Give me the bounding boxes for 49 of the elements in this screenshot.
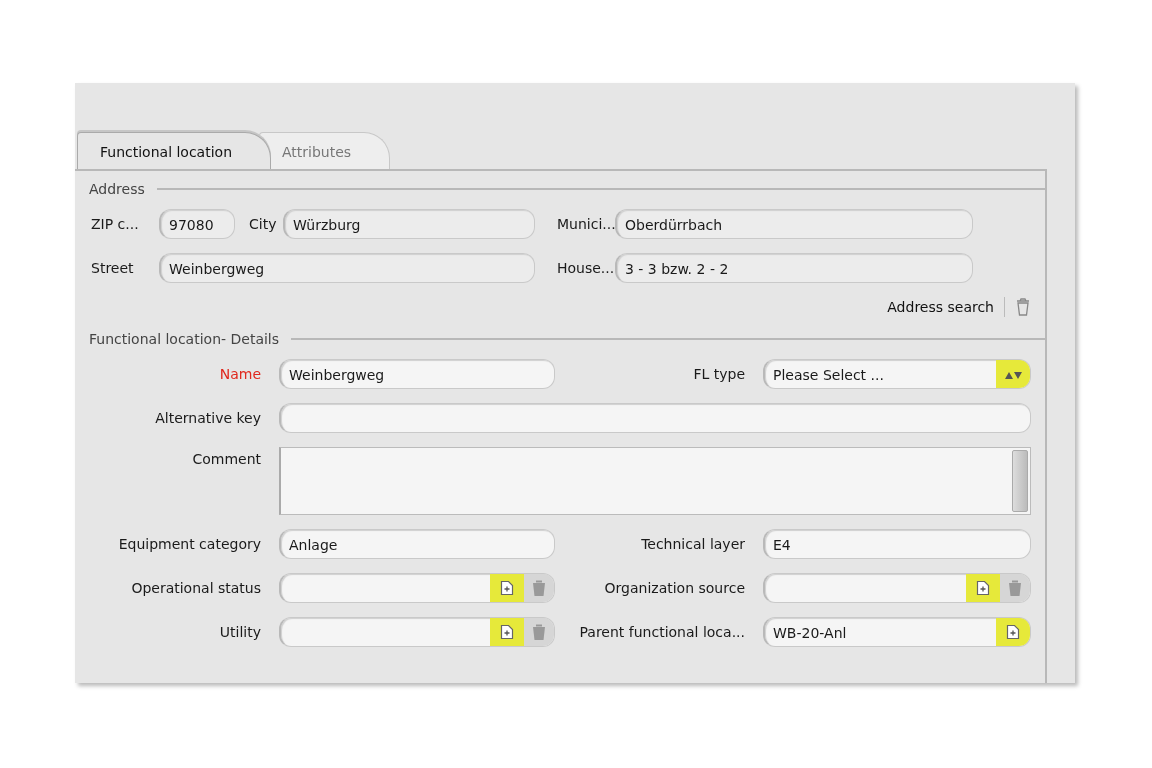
input-field[interactable]: 97080 xyxy=(159,209,235,239)
field-label: Alternative key xyxy=(154,410,261,426)
lookup-field[interactable]: WB-20-Anl xyxy=(763,617,1031,647)
field-label: Comment xyxy=(191,450,261,467)
input-field[interactable]: 3 - 3 bzw. 2 - 2 xyxy=(615,253,973,283)
field-label: Name xyxy=(218,366,261,382)
field-label: Parent functional loca... xyxy=(578,624,745,640)
field-label: Street xyxy=(90,260,135,276)
field-label: Technical layer xyxy=(640,536,745,552)
field-label: House... xyxy=(556,260,615,276)
trash-icon xyxy=(532,579,546,597)
document-plus-icon xyxy=(500,580,514,596)
document-plus-icon xyxy=(976,580,990,596)
field-label: City xyxy=(248,216,278,232)
lookup-field[interactable] xyxy=(279,617,555,647)
trash-icon[interactable] xyxy=(1015,298,1031,316)
tab[interactable]: Attributes xyxy=(259,132,391,169)
add-document-button[interactable] xyxy=(966,574,1000,602)
add-document-button[interactable] xyxy=(490,574,524,602)
add-document-button[interactable] xyxy=(996,618,1030,646)
trash-icon xyxy=(532,623,546,641)
trash-icon xyxy=(1008,579,1022,597)
input-field[interactable] xyxy=(279,403,1031,433)
field-label: Operational status xyxy=(130,580,261,596)
address-search-button[interactable]: Address search xyxy=(887,299,994,315)
section-title: Functional location- Details xyxy=(89,331,280,347)
lookup-field[interactable] xyxy=(763,573,1031,603)
field-label: FL type xyxy=(692,366,745,382)
input-field[interactable]: Weinbergweg xyxy=(159,253,535,283)
field-label: Equipment category xyxy=(117,536,261,552)
document-plus-icon xyxy=(500,624,514,640)
up-down-arrows-icon xyxy=(996,360,1030,388)
scrollbar[interactable] xyxy=(1012,450,1028,512)
dropdown[interactable]: Please Select ... xyxy=(763,359,1031,389)
document-plus-icon xyxy=(1006,624,1020,640)
input-field[interactable]: Anlage xyxy=(279,529,555,559)
field-label: Munici... xyxy=(556,216,615,232)
input-field[interactable]: Würzburg xyxy=(283,209,535,239)
section-title: Address xyxy=(89,181,145,197)
field-label: Utility xyxy=(218,624,261,640)
tab[interactable]: Functional location xyxy=(77,132,271,169)
input-field[interactable]: Weinbergweg xyxy=(279,359,555,389)
comment-textarea[interactable] xyxy=(279,447,1031,515)
input-field[interactable]: E4 xyxy=(763,529,1031,559)
add-document-button[interactable] xyxy=(490,618,524,646)
field-label: Organization source xyxy=(603,580,745,596)
lookup-field[interactable] xyxy=(279,573,555,603)
field-label: ZIP c... xyxy=(90,216,140,232)
input-field[interactable]: Oberdürrbach xyxy=(615,209,973,239)
